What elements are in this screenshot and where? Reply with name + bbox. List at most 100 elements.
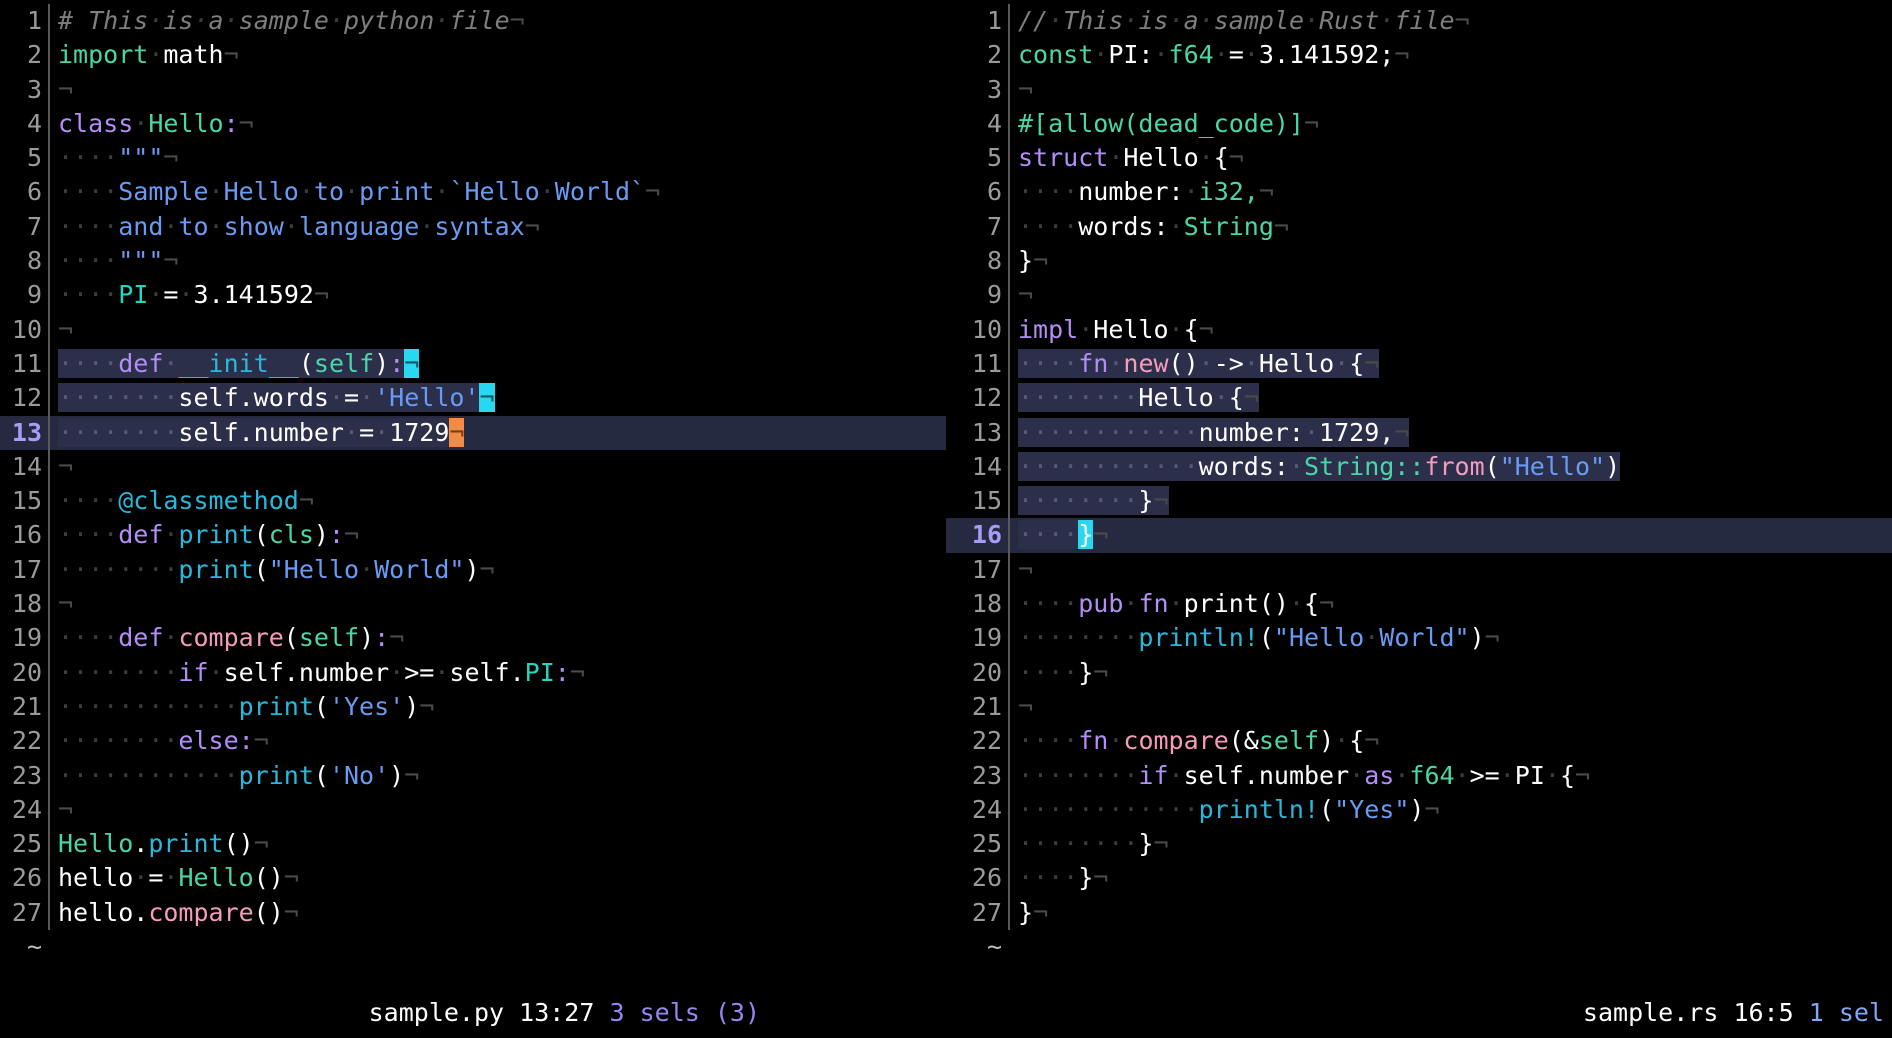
code-line[interactable]: 3 ¬ <box>946 72 1892 107</box>
code-line[interactable]: 12 ········self.words·=·'Hello'¬ <box>0 381 946 416</box>
status-selections-rust: 1 sel <box>1808 997 1884 1027</box>
code-line[interactable]: 5 ····"""¬ <box>0 141 946 176</box>
gutter-divider <box>48 587 50 622</box>
editor-pane-python[interactable]: 1 # This·is·a·sample·python·file¬ 2 impo… <box>0 0 946 1038</box>
code-line[interactable]: 26 ····}¬ <box>946 861 1892 896</box>
code-line[interactable]: 4 class·Hello:¬ <box>0 106 946 142</box>
code-line[interactable]: 16 ····def·print(cls):¬ <box>0 518 946 553</box>
code-line[interactable]: 9 ¬ <box>946 278 1892 313</box>
code-line[interactable]: 27 hello.compare()¬ <box>0 895 946 931</box>
code-line[interactable]: 23 ············print('No')¬ <box>0 758 946 793</box>
code-line[interactable]: 20 ········if·self.number·>=·self.PI:¬ <box>0 655 946 690</box>
code-line[interactable]: 21 ············print('Yes')¬ <box>0 689 946 725</box>
line-content: ····def·__init__(self):¬ <box>58 348 420 378</box>
code-line[interactable]: 24 ¬ <box>0 792 946 828</box>
code-line[interactable]: 27 }¬ <box>946 895 1892 931</box>
code-line[interactable]: 9 ····PI·=·3.141592¬ <box>0 278 946 313</box>
gutter-divider <box>1008 415 1010 450</box>
code-line-current[interactable]: 16 ····}¬ <box>946 518 1892 553</box>
code-line[interactable]: 10 ¬ <box>0 312 946 347</box>
code-line[interactable]: 10 impl·Hello·{¬ <box>946 312 1892 347</box>
code-line[interactable]: 17 ¬ <box>946 552 1892 588</box>
line-content: ········self.words·=·'Hello'¬ <box>58 383 495 413</box>
code-line[interactable]: 3 ¬ <box>0 72 946 107</box>
code-line[interactable]: 21 ¬ <box>946 689 1892 725</box>
line-number: 14 <box>971 451 1002 481</box>
code-line[interactable]: 15 ········}¬ <box>946 484 1892 519</box>
code-line[interactable]: 26 hello·=·Hello()¬ <box>0 861 946 896</box>
line-number: 11 <box>11 348 42 378</box>
line-number: 18 <box>11 589 42 619</box>
code-line[interactable]: 7 ····and·to·show·language·syntax¬ <box>0 209 946 245</box>
gutter-divider <box>48 141 50 176</box>
line-content: ¬ <box>1018 554 1034 584</box>
gutter-divider <box>1008 72 1010 107</box>
code-line[interactable]: 15 ····@classmethod¬ <box>0 484 946 519</box>
code-line[interactable]: 24 ············println!("Yes")¬ <box>946 792 1892 828</box>
gutter-divider <box>1008 518 1010 553</box>
code-line[interactable]: 14 ············words:·String::from("Hell… <box>946 449 1892 485</box>
line-number: 9 <box>986 280 1002 310</box>
code-line[interactable]: 25 ········}¬ <box>946 827 1892 862</box>
code-line[interactable]: 11 ····fn·new()·->·Hello·{¬ <box>946 346 1892 382</box>
editor-pane-rust[interactable]: 1 //·This·is·a·sample·Rust·file¬ 2 const… <box>946 0 1892 1038</box>
line-number: 25 <box>971 829 1002 859</box>
line-number: 20 <box>11 657 42 687</box>
gutter-divider <box>1008 689 1010 725</box>
code-line[interactable]: 23 ········if·self.number·as·f64·>=·PI·{… <box>946 758 1892 793</box>
code-line[interactable]: 13 ············number:·1729,¬ <box>946 415 1892 450</box>
gutter-divider <box>48 415 50 450</box>
selection-cursor: ¬ <box>479 383 495 413</box>
code-line[interactable]: 22 ····fn·compare(&self)·{¬ <box>946 724 1892 759</box>
line-content: ············words:·String::from("Hello") <box>1018 451 1621 481</box>
code-line[interactable]: 19 ········println!("Hello·World")¬ <box>946 621 1892 656</box>
line-content: struct·Hello·{¬ <box>1018 143 1244 173</box>
code-line[interactable]: 2 import·math¬ <box>0 38 946 73</box>
code-line[interactable]: 22 ········else:¬ <box>0 724 946 759</box>
gutter-divider <box>1008 552 1010 588</box>
code-line[interactable]: 2 const·PI:·f64·=·3.141592;¬ <box>946 38 1892 73</box>
gutter-divider <box>1008 449 1010 485</box>
gutter-divider <box>1008 38 1010 73</box>
code-line[interactable]: 1 //·This·is·a·sample·Rust·file¬ <box>946 4 1892 39</box>
code-line[interactable]: 19 ····def·compare(self):¬ <box>0 621 946 656</box>
code-area-rust[interactable]: 1 //·This·is·a·sample·Rust·file¬ 2 const… <box>946 4 1892 964</box>
gutter-divider <box>48 244 50 279</box>
line-number: 6 <box>26 177 42 207</box>
code-line[interactable]: 11 ····def·__init__(self):¬ <box>0 346 946 382</box>
line-content: ········else:¬ <box>58 726 269 756</box>
line-content: ¬ <box>58 589 74 619</box>
line-number: 7 <box>986 211 1002 241</box>
code-line[interactable]: 17 ········print("Hello·World")¬ <box>0 552 946 588</box>
line-number: 1 <box>986 6 1002 35</box>
gutter-divider <box>1008 244 1010 279</box>
code-line-current[interactable]: 13 ········self.number·=·1729¬ <box>0 415 946 450</box>
code-line[interactable]: 18 ····pub·fn·print()·{¬ <box>946 587 1892 622</box>
gutter-divider <box>1008 724 1010 759</box>
code-line[interactable]: 14 ¬ <box>0 449 946 485</box>
code-line[interactable]: 8 ····"""¬ <box>0 244 946 279</box>
code-line[interactable]: 6 ····Sample·Hello·to·print·`Hello·World… <box>0 175 946 210</box>
gutter-divider <box>1008 278 1010 313</box>
code-line[interactable]: 4 #[allow(dead_code)]¬ <box>946 106 1892 142</box>
gutter-divider <box>48 278 50 313</box>
code-line[interactable]: 18 ¬ <box>0 587 946 622</box>
line-content: ········}¬ <box>1018 829 1169 859</box>
code-line[interactable]: 8 }¬ <box>946 244 1892 279</box>
gutter-divider <box>48 449 50 485</box>
code-line[interactable]: 1 # This·is·a·sample·python·file¬ <box>0 4 946 39</box>
code-line[interactable]: 20 ····}¬ <box>946 655 1892 690</box>
line-number: 26 <box>11 863 42 893</box>
code-line[interactable]: 12 ········Hello·{¬ <box>946 381 1892 416</box>
code-line[interactable]: 6 ····number:·i32,¬ <box>946 175 1892 210</box>
code-line[interactable]: 25 Hello.print()¬ <box>0 827 946 862</box>
line-number: 12 <box>11 383 42 413</box>
code-line[interactable]: 5 struct·Hello·{¬ <box>946 141 1892 176</box>
code-area-python[interactable]: 1 # This·is·a·sample·python·file¬ 2 impo… <box>0 4 946 964</box>
code-line[interactable]: 7 ····words:·String¬ <box>946 209 1892 245</box>
status-position-python: 13:27 <box>519 997 595 1027</box>
gutter-divider <box>1008 827 1010 862</box>
line-content: ¬ <box>1018 74 1034 104</box>
line-number: 24 <box>11 794 42 824</box>
line-content: ····and·to·show·language·syntax¬ <box>58 211 540 241</box>
